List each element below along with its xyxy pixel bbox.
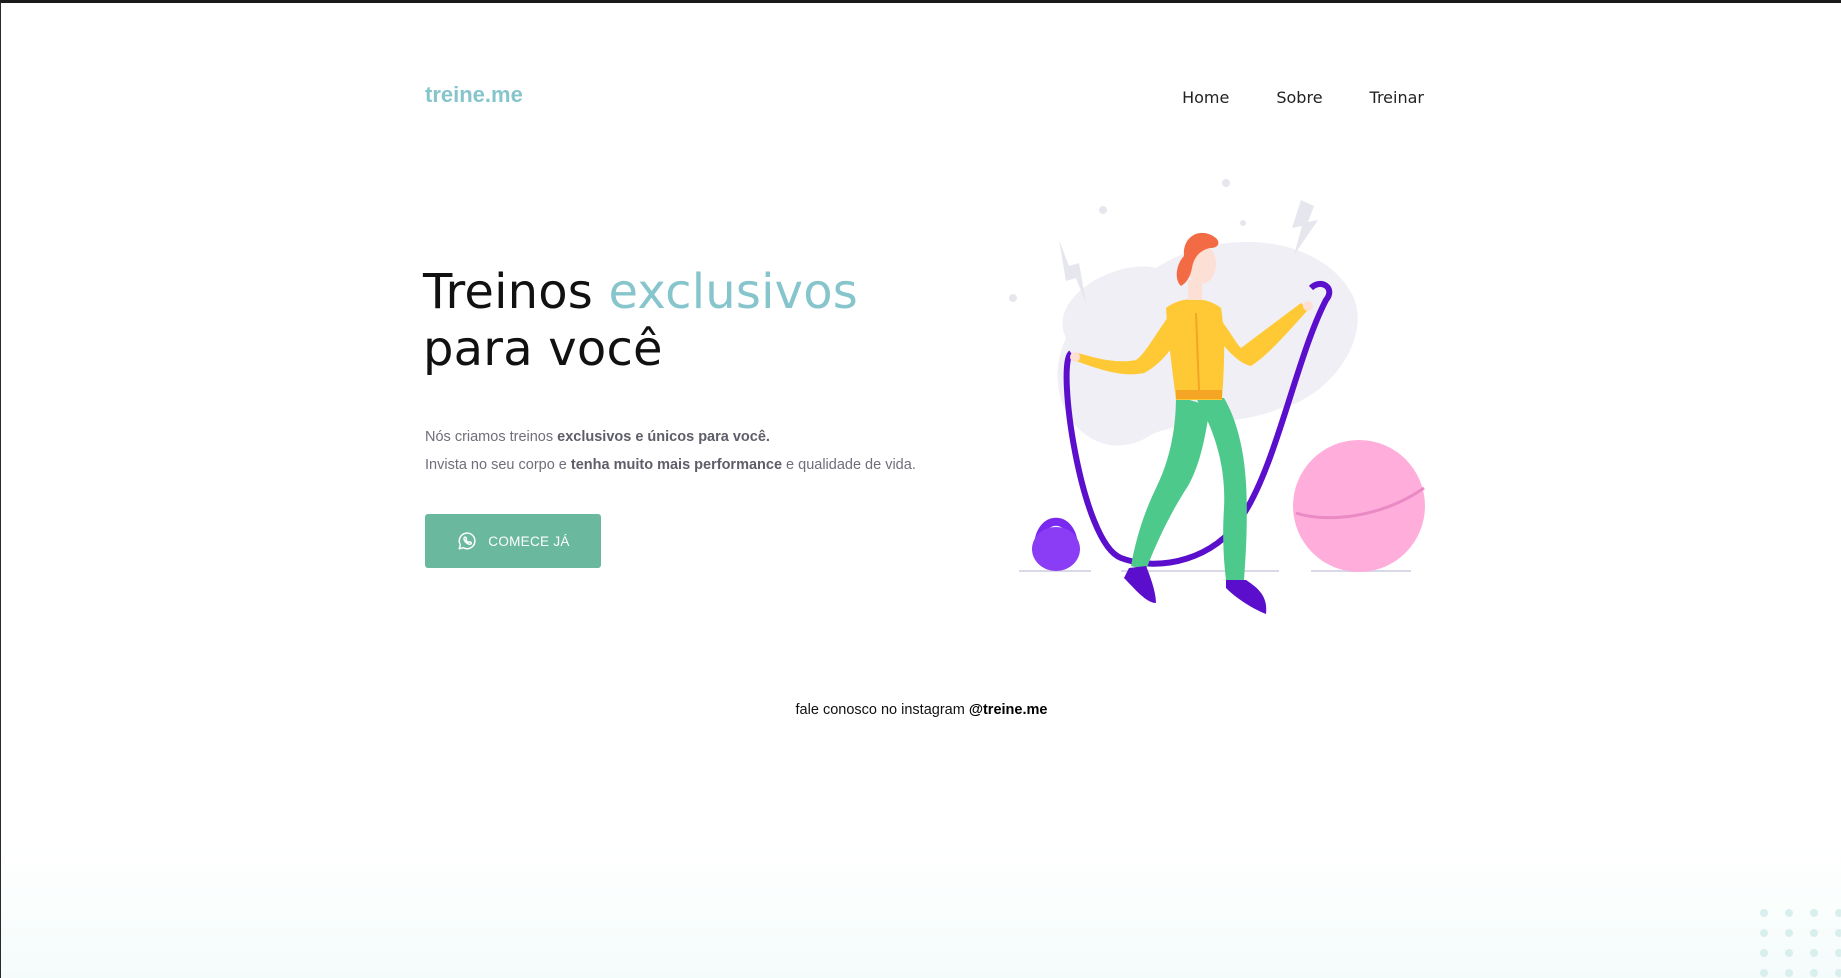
instagram-contact-text: fale conosco no instagram — [795, 702, 969, 718]
nav-home[interactable]: Home — [1182, 88, 1229, 107]
hero-line2-text: Invista no seu corpo e — [425, 457, 571, 473]
whatsapp-icon — [458, 532, 476, 550]
brand-logo[interactable]: treine.me — [425, 82, 523, 108]
hero-description-line1: Nós criamos treinos exclusivos e únicos … — [425, 423, 916, 451]
sparkle-dot — [1099, 206, 1107, 214]
page: treine.me Home Sobre Treinar Treinos exc… — [0, 0, 1841, 978]
exercise-ball-icon — [1293, 440, 1425, 572]
sparkle-dot — [1009, 294, 1017, 302]
hero-description: Nós criamos treinos exclusivos e únicos … — [425, 423, 916, 479]
lightning-right-icon — [1292, 200, 1318, 255]
start-now-button[interactable]: COMECE JÁ — [425, 514, 601, 568]
hero-line2-end: e qualidade de vida. — [782, 457, 916, 473]
main-nav: Home Sobre Treinar — [1182, 88, 1424, 107]
sparkle-dot — [1240, 220, 1246, 226]
nav-sobre[interactable]: Sobre — [1276, 88, 1322, 107]
instagram-handle[interactable]: @treine.me — [969, 702, 1048, 718]
hero-line1-text: Nós criamos treinos — [425, 429, 558, 445]
decorative-dot-grid — [1760, 909, 1841, 977]
hero-title-part1: Treinos — [423, 264, 609, 320]
belt — [1176, 390, 1222, 399]
woman-jumping-rope-illustration — [1009, 179, 1425, 614]
hero-title-accent: exclusivos — [608, 264, 858, 320]
sparkle-dot — [1222, 179, 1230, 187]
left-hand — [1070, 352, 1080, 362]
kettlebell-icon — [1032, 517, 1080, 571]
hero-description-line2: Invista no seu corpo e tenha muito mais … — [425, 451, 916, 479]
hero-line2-bold: tenha muito mais performance — [570, 457, 783, 473]
hero-title: Treinos exclusivos para você — [423, 264, 858, 378]
right-hand — [1303, 301, 1313, 311]
hero-line1-bold: exclusivos e únicos para você. — [557, 429, 770, 445]
instagram-contact: fale conosco no instagram @treine.me — [1, 702, 1841, 718]
start-now-label: COMECE JÁ — [488, 533, 570, 549]
right-shoe — [1226, 580, 1267, 614]
hero-title-line2: para você — [423, 321, 663, 377]
nav-treinar[interactable]: Treinar — [1370, 88, 1424, 107]
